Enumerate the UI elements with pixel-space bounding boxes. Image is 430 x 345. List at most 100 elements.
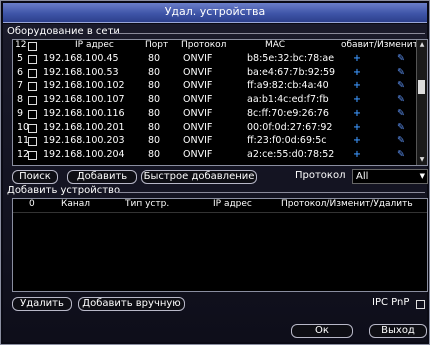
added-device-table[interactable]: 0 Канал Тип устр. IP адрес Протокол/Изме…	[12, 198, 428, 292]
row-checkbox[interactable]	[28, 109, 37, 119]
row-index: 7	[17, 80, 24, 92]
edit-icon[interactable]: ✎	[397, 122, 405, 133]
row-port: 80	[148, 135, 161, 147]
remote-devices-window: Удал. устройства Оборудование в сети 12 …	[0, 0, 430, 345]
add-device-icon[interactable]: +	[353, 80, 361, 91]
row-index: 8	[17, 94, 24, 106]
row-protocol: ONVIF	[183, 94, 213, 106]
row-checkbox[interactable]	[28, 150, 37, 160]
table-row[interactable]: 8 192.168.100.107 80 ONVIF aa:b1:4c:ed:f7:fb…	[13, 94, 417, 106]
protocol-select[interactable]: All ▼	[352, 169, 428, 184]
scroll-down-icon[interactable]: ▼	[418, 156, 426, 164]
edit-icon[interactable]: ✎	[397, 149, 405, 160]
row-port: 80	[148, 80, 161, 92]
row-ip: 192.168.100.204	[43, 148, 125, 160]
header-channel: Канал	[61, 199, 91, 209]
chevron-down-icon: ▼	[419, 172, 425, 180]
ok-button[interactable]: Ок	[291, 324, 353, 338]
row-mac: ba:e4:67:7b:92:59	[247, 66, 336, 78]
row-mac: ff:a9:82:cb:4a:40	[247, 80, 329, 92]
header-port: Порт	[145, 40, 169, 50]
add-device-icon[interactable]: +	[353, 67, 361, 78]
title-bar: Удал. устройства	[3, 3, 427, 23]
table-row[interactable]: 10 192.168.100.201 80 ONVIF 00:0f:0d:27:67:9…	[13, 121, 417, 133]
table-row[interactable]: 5 192.168.100.45 80 ONVIF b8:5e:32:bc:78:ae +…	[13, 53, 417, 64]
row-protocol: ONVIF	[183, 121, 213, 133]
edit-icon[interactable]: ✎	[397, 135, 405, 146]
add-device-icon[interactable]: +	[353, 135, 361, 146]
row-protocol: ONVIF	[183, 66, 213, 78]
table-row[interactable]: 6 192.168.100.53 80 ONVIF ba:e4:67:7b:92:59 +…	[13, 66, 417, 78]
quick-add-button[interactable]: Быстрое добавление	[141, 170, 257, 184]
exit-button[interactable]: Выход	[369, 324, 427, 338]
add-device-icon[interactable]: +	[353, 94, 361, 105]
row-checkbox[interactable]	[28, 137, 37, 147]
add-device-icon[interactable]: +	[353, 108, 361, 119]
table-row[interactable]: 12 192.168.100.204 80 ONVIF a2:ce:55:d0:78:5…	[13, 148, 417, 160]
edit-icon[interactable]: ✎	[397, 94, 405, 105]
header-ip: IP адрес	[75, 40, 114, 50]
row-ip: 192.168.100.45	[43, 53, 119, 64]
edit-icon[interactable]: ✎	[397, 67, 405, 78]
added-section-label: Добавить устройство	[7, 185, 121, 196]
row-ip: 192.168.100.203	[43, 135, 125, 147]
edit-icon[interactable]: ✎	[397, 80, 405, 91]
row-mac: b8:5e:32:bc:78:ae	[247, 53, 335, 64]
row-port: 80	[148, 121, 161, 133]
row-index: 9	[17, 107, 24, 119]
table-row[interactable]: 7 192.168.100.102 80 ONVIF ff:a9:82:cb:4a:40…	[13, 80, 417, 92]
ipc-pnp-label: IPC PnP	[372, 297, 410, 308]
row-protocol: ONVIF	[183, 53, 213, 64]
header-mac: MAC	[265, 40, 286, 50]
row-checkbox[interactable]	[28, 68, 37, 78]
row-protocol: ONVIF	[183, 107, 213, 119]
row-port: 80	[148, 66, 161, 78]
protocol-select-value: All	[356, 171, 369, 182]
scroll-thumb[interactable]	[418, 80, 425, 94]
row-protocol: ONVIF	[183, 148, 213, 160]
table-row[interactable]: 9 192.168.100.116 80 ONVIF 8c:ff:70:e9:26:76…	[13, 107, 417, 119]
dialog-body: Оборудование в сети 12 IP адрес Порт Про…	[3, 24, 428, 342]
row-mac: a2:ce:55:d0:78:52	[247, 148, 335, 160]
protocol-label: Протокол	[295, 170, 346, 181]
scroll-up-icon[interactable]: ▲	[418, 41, 426, 49]
header-device-type: Тип устр.	[125, 199, 170, 209]
row-protocol: ONVIF	[183, 80, 213, 92]
row-checkbox[interactable]	[28, 96, 37, 106]
network-section-label: Оборудование в сети	[7, 26, 120, 37]
add-device-icon[interactable]: +	[353, 122, 361, 133]
row-mac: aa:b1:4c:ed:f7:fb	[247, 94, 329, 106]
row-port: 80	[148, 53, 161, 64]
select-all-checkbox[interactable]	[28, 42, 37, 51]
table-row[interactable]: 11 192.168.100.203 80 ONVIF ff:23:f0:0d:69:5…	[13, 135, 417, 147]
search-button[interactable]: Поиск	[12, 170, 58, 184]
row-mac: ff:23:f0:0d:69:5c	[247, 135, 327, 147]
network-table-scrollbar[interactable]: ▲ ▼	[416, 40, 427, 165]
row-ip: 192.168.100.116	[43, 107, 125, 119]
ipc-pnp-checkbox[interactable]	[416, 300, 425, 309]
header-protocol: Протокол	[181, 40, 227, 50]
row-protocol: ONVIF	[183, 135, 213, 147]
row-mac: 00:0f:0d:27:67:92	[247, 121, 333, 133]
row-ip: 192.168.100.107	[43, 94, 125, 106]
device-count: 12	[15, 40, 27, 50]
row-port: 80	[148, 94, 161, 106]
delete-button[interactable]: Удалить	[12, 297, 72, 311]
add-device-icon[interactable]: +	[353, 149, 361, 160]
manual-add-button[interactable]: Добавить вручную	[78, 297, 185, 311]
row-checkbox[interactable]	[28, 123, 37, 133]
added-section-divider	[115, 192, 425, 193]
row-checkbox[interactable]	[28, 55, 37, 64]
row-port: 80	[148, 148, 161, 160]
added-table-header: 0 Канал Тип устр. IP адрес Протокол/Изме…	[13, 199, 427, 213]
window-title: Удал. устройства	[164, 5, 266, 18]
edit-icon[interactable]: ✎	[397, 108, 405, 119]
row-checkbox[interactable]	[28, 82, 37, 92]
network-table-header: 12 IP адрес Порт Протокол MAC обавит/Изм…	[13, 40, 427, 52]
add-button[interactable]: Добавить	[67, 170, 137, 184]
network-section-divider	[111, 33, 425, 34]
network-device-table[interactable]: 12 IP адрес Порт Протокол MAC обавит/Изм…	[12, 39, 428, 166]
add-device-icon[interactable]: +	[353, 53, 361, 64]
header-actions: обавит/Изменит	[341, 40, 418, 50]
edit-icon[interactable]: ✎	[397, 53, 405, 64]
